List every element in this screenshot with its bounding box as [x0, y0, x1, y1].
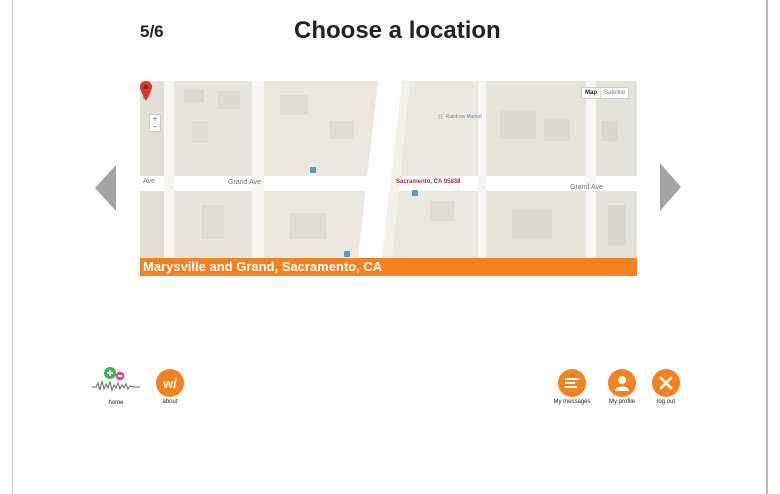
log-out-button[interactable]: log out [650, 369, 682, 406]
map-tiles [140, 81, 637, 258]
street-label: Grand Ave [228, 179, 261, 186]
frame-border-left [12, 0, 13, 494]
map-type-toggle: Map Satellite [581, 87, 630, 99]
street-label: Grand Ave [570, 184, 603, 191]
cart-icon: 🛒 [438, 114, 446, 120]
messages-icon [558, 369, 586, 397]
poi-label: 🛒 Rainbow Market [438, 114, 482, 120]
poi-name: Rainbow Market [445, 114, 482, 120]
transit-icon [412, 190, 418, 196]
home-logo-icon [92, 367, 140, 392]
my-profile-label: My profile [608, 399, 635, 405]
profile-icon [608, 369, 636, 397]
location-map[interactable]: + − Map Satellite Ave Grand Ave Grand Av… [140, 81, 637, 258]
zoom-control: + − [149, 114, 161, 132]
zoom-out-button[interactable]: − [150, 123, 160, 131]
home-button[interactable]: home [92, 363, 140, 407]
about-label: about [162, 399, 178, 405]
page-title: Choose a location [294, 17, 501, 44]
street-label: Ave [143, 178, 155, 185]
pin-label: Sacramento, CA 95838 [396, 179, 461, 185]
my-messages-button[interactable]: My messages [552, 369, 592, 406]
home-label: home [108, 400, 124, 406]
log-out-label: log out [656, 399, 675, 405]
map-type-map-button[interactable]: Map [582, 88, 600, 98]
about-button[interactable]: w/ about [154, 369, 186, 406]
step-indicator: 5/6 [140, 22, 164, 41]
previous-arrow-icon[interactable] [95, 165, 116, 211]
frame-border-right [766, 0, 768, 494]
my-profile-button[interactable]: My profile [604, 369, 640, 406]
next-arrow-icon[interactable] [660, 163, 681, 211]
location-caption: Marysville and Grand, Sacramento, CA [140, 258, 637, 276]
about-logo-icon: w/ [156, 369, 184, 397]
map-type-satellite-button[interactable]: Satellite [600, 88, 628, 98]
transit-icon [344, 251, 350, 257]
transit-icon [310, 167, 316, 173]
my-messages-label: My messages [553, 399, 591, 405]
close-icon [652, 369, 680, 397]
location-pin-icon[interactable] [140, 81, 152, 101]
